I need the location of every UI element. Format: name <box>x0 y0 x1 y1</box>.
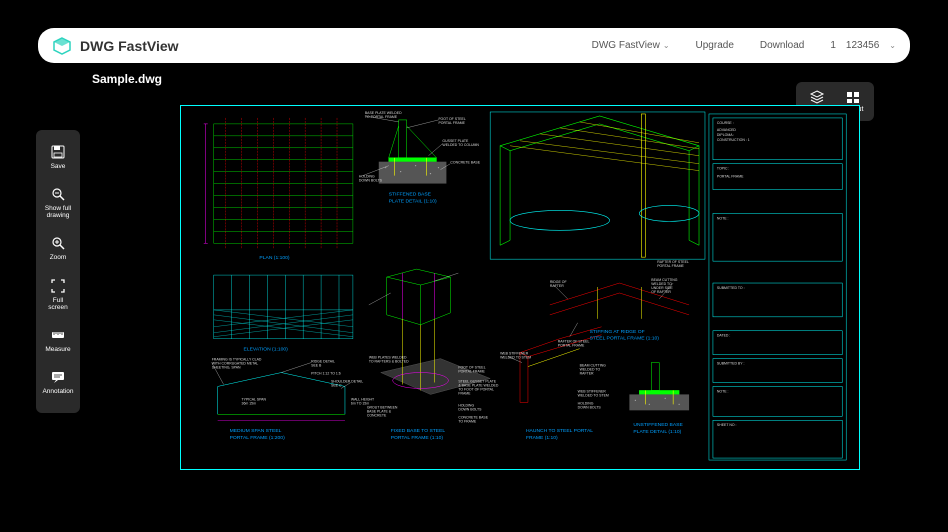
medium-span-drawing <box>218 373 345 415</box>
svg-text:PLATE DETAIL (1:10): PLATE DETAIL (1:10) <box>389 198 437 204</box>
svg-text:OF RAFTER: OF RAFTER <box>651 290 671 294</box>
unstiffened-base <box>629 363 689 411</box>
svg-text:SHEET NO :: SHEET NO : <box>717 423 737 427</box>
svg-text:FIXED BASE TO STEEL: FIXED BASE TO STEEL <box>391 428 446 434</box>
svg-text:SHEETING, SPAN: SHEETING, SPAN <box>212 366 241 370</box>
header-bar: DWG FastView DWG FastView⌄ Upgrade Downl… <box>38 28 910 63</box>
measure-icon <box>50 327 66 343</box>
svg-text:PORTAL FRAME: PORTAL FRAME <box>717 175 744 179</box>
header-menu-upgrade[interactable]: Upgrade <box>696 40 734 51</box>
svg-text:TO FRAME: TO FRAME <box>458 419 477 423</box>
svg-text:PORTAL FRAME: PORTAL FRAME <box>458 370 485 374</box>
save-icon <box>50 144 66 160</box>
svg-text:UNSTIFFENED BASE: UNSTIFFENED BASE <box>633 422 683 428</box>
svg-text:SUBMITTED TO :: SUBMITTED TO : <box>717 286 745 290</box>
svg-text:TOPIC :: TOPIC : <box>717 167 730 171</box>
svg-text:FRAME (1:10): FRAME (1:10) <box>526 435 558 441</box>
svg-text:CONSTRUCTION : 1: CONSTRUCTION : 1 <box>717 138 750 142</box>
svg-text:DOWN BOLTS: DOWN BOLTS <box>458 407 482 411</box>
svg-text:WELDED TO STEM: WELDED TO STEM <box>500 356 531 360</box>
search-minus-icon <box>50 186 66 202</box>
drawing-canvas[interactable]: COURSE : ADVANCED DIPLOMA : CONSTRUCTION… <box>180 105 860 470</box>
svg-text:NOTE :: NOTE : <box>717 216 729 220</box>
header-right: DWG FastView⌄ Upgrade Download 1 123456 … <box>592 40 896 51</box>
svg-text:WELDED TO STEM: WELDED TO STEM <box>578 393 609 397</box>
fullscreen-icon <box>50 278 66 294</box>
svg-text:PLATE DETAIL (1:10): PLATE DETAIL (1:10) <box>633 429 681 435</box>
svg-text:ADVANCED: ADVANCED <box>717 128 737 132</box>
stiffened-base <box>379 120 447 184</box>
svg-text:ELEVATION (1:100): ELEVATION (1:100) <box>244 347 289 353</box>
header-menu-download[interactable]: Download <box>760 40 804 51</box>
layout-icon <box>845 90 861 104</box>
search-plus-icon <box>50 235 66 251</box>
svg-text:SEE C: SEE C <box>331 383 342 387</box>
svg-text:CONCRETE: CONCRETE <box>367 413 387 417</box>
filename-label: Sample.dwg <box>92 72 162 86</box>
sidebar-item-save[interactable]: Save <box>36 138 80 180</box>
header-menu-dwgfastview[interactable]: DWG FastView⌄ <box>592 40 670 51</box>
sidebar-item-show-full-drawing[interactable]: Show full drawing <box>36 180 80 229</box>
svg-text:PORTAL FRAME (1:200): PORTAL FRAME (1:200) <box>230 435 285 441</box>
svg-text:36m 15m: 36m 15m <box>242 401 257 405</box>
svg-text:DIPLOMA :: DIPLOMA : <box>717 133 734 137</box>
sidebar-item-measure[interactable]: Measure <box>36 321 80 363</box>
svg-text:STEEL PORTAL FRAME (1:10): STEEL PORTAL FRAME (1:10) <box>590 336 660 342</box>
svg-text:CONCRETE BASE: CONCRETE BASE <box>450 161 480 165</box>
svg-text:SEE B: SEE B <box>311 364 322 368</box>
svg-text:WELDED TO COLUMN: WELDED TO COLUMN <box>442 143 479 147</box>
svg-text:DATED :: DATED : <box>717 334 730 338</box>
sidebar: Save Show full drawing Zoom Full screen … <box>36 130 80 413</box>
svg-text:PITCH 1:12 TO 1:6: PITCH 1:12 TO 1:6 <box>311 372 341 376</box>
svg-text:PLAN (1:100): PLAN (1:100) <box>259 255 289 261</box>
svg-text:TO PORTAL FRAME: TO PORTAL FRAME <box>365 115 398 119</box>
svg-text:FRAME: FRAME <box>458 391 471 395</box>
svg-text:COURSE :: COURSE : <box>717 121 734 125</box>
svg-text:STIFFENED BASE: STIFFENED BASE <box>389 192 432 198</box>
layer-icon <box>809 90 825 104</box>
svg-text:RAFTER: RAFTER <box>580 372 594 376</box>
svg-text:RAFTER: RAFTER <box>550 284 564 288</box>
fixed-base <box>381 269 490 394</box>
annotation-icon <box>50 369 66 385</box>
elevation-drawing <box>214 275 353 339</box>
plan-drawing <box>214 118 353 249</box>
svg-text:PORTAL FRAME: PORTAL FRAME <box>558 344 585 348</box>
svg-text:HAUNCH TO STEEL PORTAL: HAUNCH TO STEEL PORTAL <box>526 428 593 434</box>
svg-text:STIFFING AT RIDGE OF: STIFFING AT RIDGE OF <box>590 329 645 335</box>
sidebar-item-annotation[interactable]: Annotation <box>36 363 80 405</box>
svg-text:SUBMITTED BY :: SUBMITTED BY : <box>717 362 745 366</box>
svg-text:DOWN BOLTS: DOWN BOLTS <box>359 179 383 183</box>
portal-3d <box>500 114 699 257</box>
account-area[interactable]: 1 123456 ⌄ <box>830 40 896 51</box>
svg-text:PORTAL FRAME (1:10): PORTAL FRAME (1:10) <box>391 435 444 441</box>
chevron-down-icon: ⌄ <box>663 41 670 50</box>
logo-icon <box>52 36 72 56</box>
app-title: DWG FastView <box>80 38 179 54</box>
sidebar-item-zoom[interactable]: Zoom <box>36 229 80 271</box>
svg-text:PORTAL FRAME: PORTAL FRAME <box>438 121 465 125</box>
sidebar-item-full-screen[interactable]: Full screen <box>36 272 80 321</box>
svg-text:TO RAFTERS & BOLTED: TO RAFTERS & BOLTED <box>369 360 409 364</box>
notification-count: 1 <box>830 40 836 51</box>
svg-text:DOWN BOLTS: DOWN BOLTS <box>578 405 602 409</box>
svg-text:MEDIUM SPAN STEEL: MEDIUM SPAN STEEL <box>230 428 282 434</box>
chevron-down-icon: ⌄ <box>889 41 896 50</box>
svg-text:NOTE :: NOTE : <box>717 389 729 393</box>
svg-text:PORTAL FRAME: PORTAL FRAME <box>657 264 684 268</box>
